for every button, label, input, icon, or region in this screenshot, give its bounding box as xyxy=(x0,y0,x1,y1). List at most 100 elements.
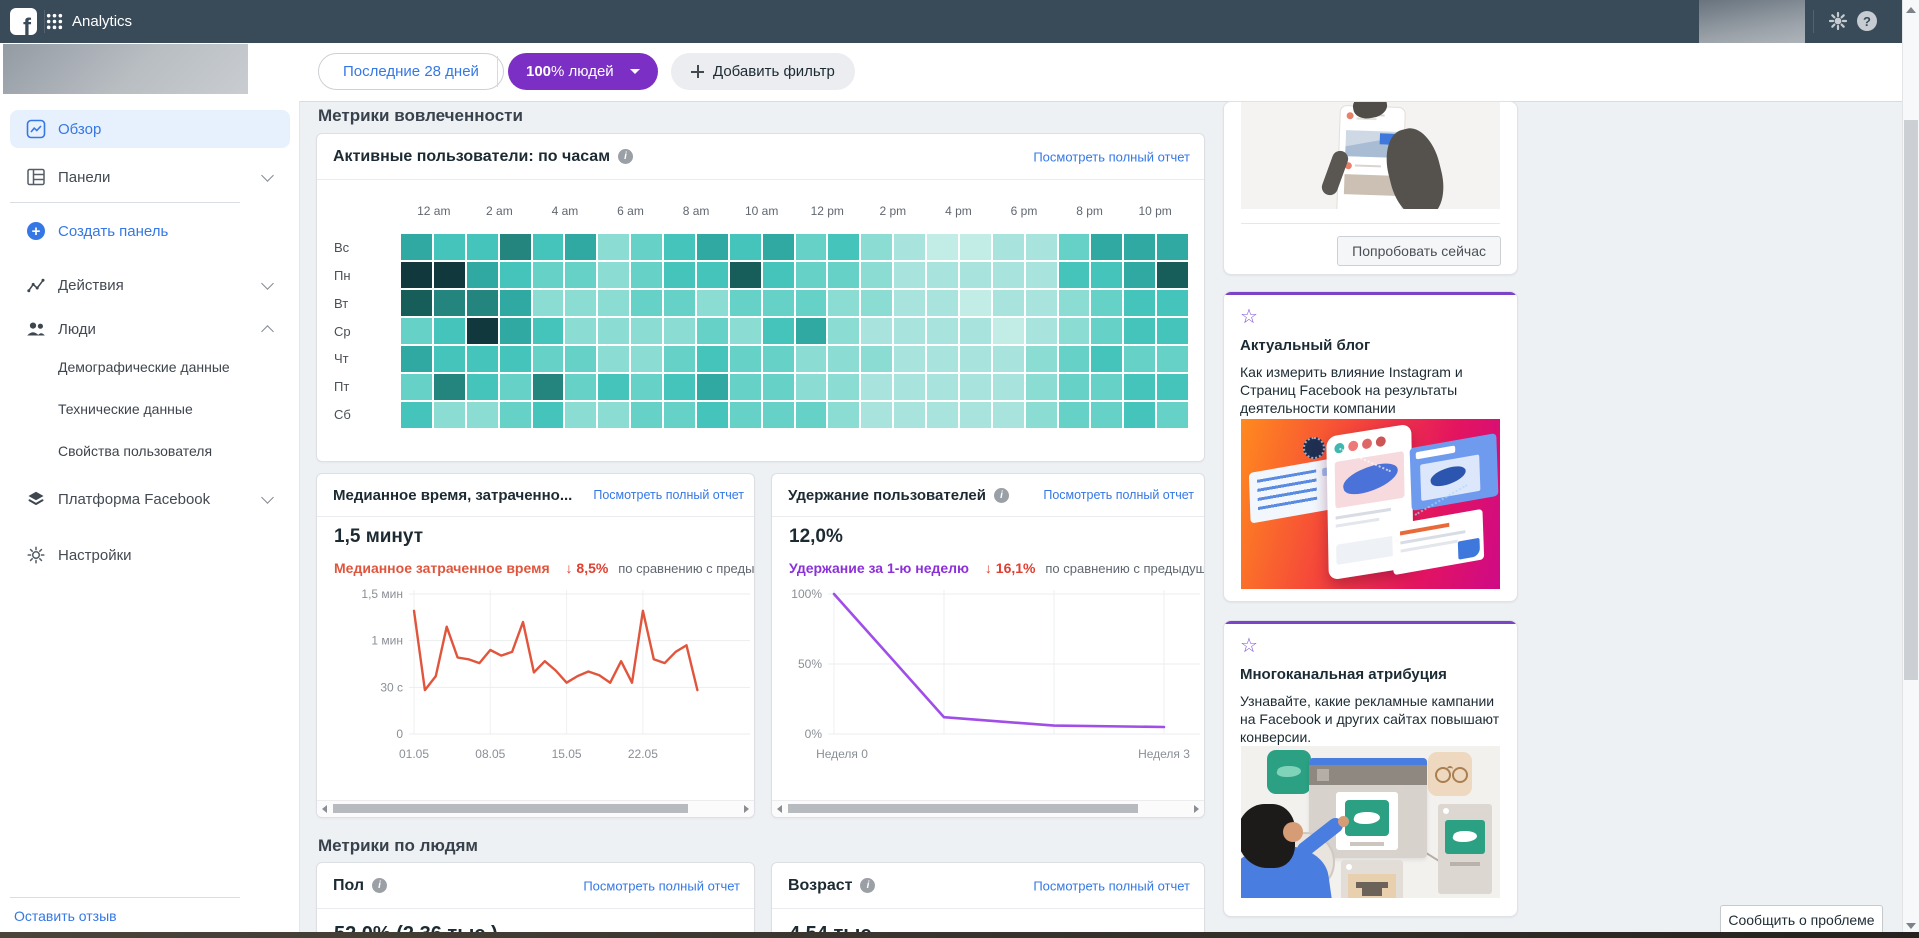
heatmap-cell[interactable] xyxy=(828,262,859,288)
heatmap-cell[interactable] xyxy=(796,290,827,316)
scroll-down-arrow-icon[interactable] xyxy=(1906,923,1916,929)
heatmap-cell[interactable] xyxy=(1157,318,1188,344)
heatmap-cell[interactable] xyxy=(1026,402,1057,428)
heatmap-cell[interactable] xyxy=(697,346,728,372)
heatmap-cell[interactable] xyxy=(960,234,991,260)
heatmap-cell[interactable] xyxy=(533,234,564,260)
heatmap-cell[interactable] xyxy=(500,262,531,288)
heatmap-cell[interactable] xyxy=(631,290,662,316)
scrollbar-thumb[interactable] xyxy=(788,804,1138,813)
heatmap-cell[interactable] xyxy=(894,290,925,316)
heatmap-cell[interactable] xyxy=(861,374,892,400)
heatmap-cell[interactable] xyxy=(401,402,432,428)
heatmap-cell[interactable] xyxy=(565,262,596,288)
heatmap-cell[interactable] xyxy=(631,318,662,344)
heatmap-cell[interactable] xyxy=(730,402,761,428)
heatmap-cell[interactable] xyxy=(1059,346,1090,372)
view-full-report-link[interactable]: Посмотреть полный отчет xyxy=(1033,149,1190,164)
heatmap-cell[interactable] xyxy=(697,402,728,428)
heatmap-cell[interactable] xyxy=(533,318,564,344)
heatmap-cell[interactable] xyxy=(1091,402,1122,428)
heatmap-cell[interactable] xyxy=(598,234,629,260)
heatmap-cell[interactable] xyxy=(730,262,761,288)
heatmap-cell[interactable] xyxy=(467,346,498,372)
info-icon[interactable]: i xyxy=(618,149,633,164)
window-scrollbar[interactable] xyxy=(1902,0,1919,938)
heatmap-cell[interactable] xyxy=(434,346,465,372)
heatmap-cell[interactable] xyxy=(1059,402,1090,428)
heatmap-cell[interactable] xyxy=(861,346,892,372)
heatmap-cell[interactable] xyxy=(664,318,695,344)
heatmap-cell[interactable] xyxy=(1091,374,1122,400)
heatmap-cell[interactable] xyxy=(1091,346,1122,372)
view-full-report-link[interactable]: Посмотреть полный отчет xyxy=(593,488,744,502)
view-full-report-link[interactable]: Посмотреть полный отчет xyxy=(583,878,740,893)
heatmap-cell[interactable] xyxy=(1059,290,1090,316)
active-users-heatmap[interactable] xyxy=(401,234,1188,428)
info-icon[interactable]: i xyxy=(994,488,1009,503)
heatmap-cell[interactable] xyxy=(500,346,531,372)
heatmap-cell[interactable] xyxy=(467,290,498,316)
heatmap-cell[interactable] xyxy=(1091,234,1122,260)
heatmap-cell[interactable] xyxy=(763,346,794,372)
heatmap-cell[interactable] xyxy=(533,402,564,428)
heatmap-cell[interactable] xyxy=(796,262,827,288)
heatmap-cell[interactable] xyxy=(894,318,925,344)
heatmap-cell[interactable] xyxy=(1157,234,1188,260)
heatmap-cell[interactable] xyxy=(828,374,859,400)
heatmap-cell[interactable] xyxy=(467,234,498,260)
heatmap-cell[interactable] xyxy=(598,290,629,316)
heatmap-cell[interactable] xyxy=(401,374,432,400)
heatmap-cell[interactable] xyxy=(763,234,794,260)
heatmap-cell[interactable] xyxy=(960,262,991,288)
heatmap-cell[interactable] xyxy=(1157,374,1188,400)
heatmap-cell[interactable] xyxy=(565,318,596,344)
heatmap-cell[interactable] xyxy=(730,318,761,344)
heatmap-cell[interactable] xyxy=(467,374,498,400)
heatmap-cell[interactable] xyxy=(1157,346,1188,372)
heatmap-cell[interactable] xyxy=(1026,374,1057,400)
leave-feedback-link[interactable]: Оставить отзыв xyxy=(14,908,117,924)
heatmap-cell[interactable] xyxy=(664,346,695,372)
heatmap-cell[interactable] xyxy=(796,234,827,260)
heatmap-cell[interactable] xyxy=(828,290,859,316)
heatmap-cell[interactable] xyxy=(565,234,596,260)
heatmap-cell[interactable] xyxy=(533,290,564,316)
sidebar-item-user-properties[interactable]: Свойства пользователя xyxy=(0,436,300,466)
scroll-right-arrow-icon[interactable] xyxy=(744,805,749,813)
heatmap-cell[interactable] xyxy=(598,262,629,288)
heatmap-cell[interactable] xyxy=(598,402,629,428)
sidebar-item-people[interactable]: Люди xyxy=(0,310,300,348)
heatmap-cell[interactable] xyxy=(993,402,1024,428)
heatmap-cell[interactable] xyxy=(631,402,662,428)
heatmap-cell[interactable] xyxy=(796,346,827,372)
heatmap-cell[interactable] xyxy=(763,262,794,288)
heatmap-cell[interactable] xyxy=(960,346,991,372)
heatmap-cell[interactable] xyxy=(993,346,1024,372)
heatmap-cell[interactable] xyxy=(960,290,991,316)
median-time-chart[interactable]: 1,5 мин1 мин30 с001.0508.0515.0522.05 xyxy=(317,582,754,782)
heatmap-cell[interactable] xyxy=(533,374,564,400)
heatmap-cell[interactable] xyxy=(565,290,596,316)
heatmap-cell[interactable] xyxy=(927,374,958,400)
sidebar-item-create-dashboard[interactable]: + Создать панель xyxy=(0,212,300,250)
heatmap-cell[interactable] xyxy=(960,402,991,428)
heatmap-cell[interactable] xyxy=(565,374,596,400)
heatmap-cell[interactable] xyxy=(730,234,761,260)
heatmap-cell[interactable] xyxy=(960,318,991,344)
heatmap-cell[interactable] xyxy=(730,346,761,372)
heatmap-cell[interactable] xyxy=(861,234,892,260)
heatmap-cell[interactable] xyxy=(894,234,925,260)
heatmap-cell[interactable] xyxy=(861,262,892,288)
heatmap-cell[interactable] xyxy=(828,318,859,344)
heatmap-cell[interactable] xyxy=(697,290,728,316)
sidebar-item-technology[interactable]: Технические данные xyxy=(0,394,300,424)
heatmap-cell[interactable] xyxy=(533,262,564,288)
heatmap-cell[interactable] xyxy=(500,234,531,260)
scroll-up-arrow-icon[interactable] xyxy=(1906,7,1916,13)
heatmap-cell[interactable] xyxy=(1124,346,1155,372)
help-icon[interactable]: ? xyxy=(1857,11,1877,31)
scroll-left-arrow-icon[interactable] xyxy=(777,805,782,813)
heatmap-cell[interactable] xyxy=(1059,318,1090,344)
heatmap-cell[interactable] xyxy=(894,346,925,372)
